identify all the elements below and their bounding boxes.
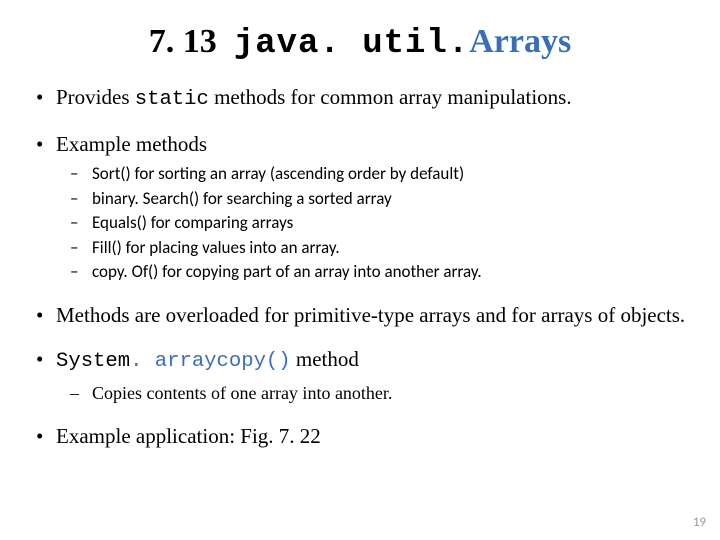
arraycopy-post: method (291, 347, 359, 371)
page-number: 19 (693, 515, 706, 530)
example-methods-label: Example methods (56, 132, 207, 156)
bullet-provides: Provides static methods for common array… (56, 83, 692, 114)
sub-copyof: copy. Of() for copying part of an array … (92, 260, 692, 285)
example-methods-sublist: Sort() for sorting an array (ascending o… (56, 162, 692, 285)
title-arrays: Arrays (469, 23, 571, 60)
bullet-overloaded: Methods are overloaded for primitive-typ… (56, 301, 692, 329)
static-keyword: static (135, 88, 209, 111)
bullet-provides-pre: Provides (56, 85, 135, 109)
arraycopy-code: . arraycopy() (130, 350, 291, 373)
sub-fill: Fill() for placing values into an array. (92, 236, 692, 261)
bullet-arraycopy: System. arraycopy() method Copies conten… (56, 345, 692, 406)
title-java-util: java. util. (234, 25, 469, 63)
sub-equals: Equals() for comparing arrays (92, 211, 692, 236)
slide-title: 7. 13 java. util.Arrays (28, 22, 692, 65)
bullet-provides-post: methods for common array manipulations. (209, 85, 572, 109)
title-prefix: 7. 13 (149, 23, 234, 60)
arraycopy-sublist: Copies contents of one array into anothe… (56, 380, 692, 406)
bullet-example-app: Example application: Fig. 7. 22 (56, 422, 692, 450)
bullet-example-methods: Example methods Sort() for sorting an ar… (56, 130, 692, 286)
system-code: System (56, 350, 130, 373)
sub-binary-search: binary. Search() for searching a sorted … (92, 187, 692, 212)
bullet-list: Provides static methods for common array… (32, 83, 692, 451)
sub-sort: Sort() for sorting an array (ascending o… (92, 162, 692, 187)
slide: 7. 13 java. util.Arrays Provides static … (0, 0, 720, 540)
sub-copies-contents: Copies contents of one array into anothe… (92, 380, 692, 406)
